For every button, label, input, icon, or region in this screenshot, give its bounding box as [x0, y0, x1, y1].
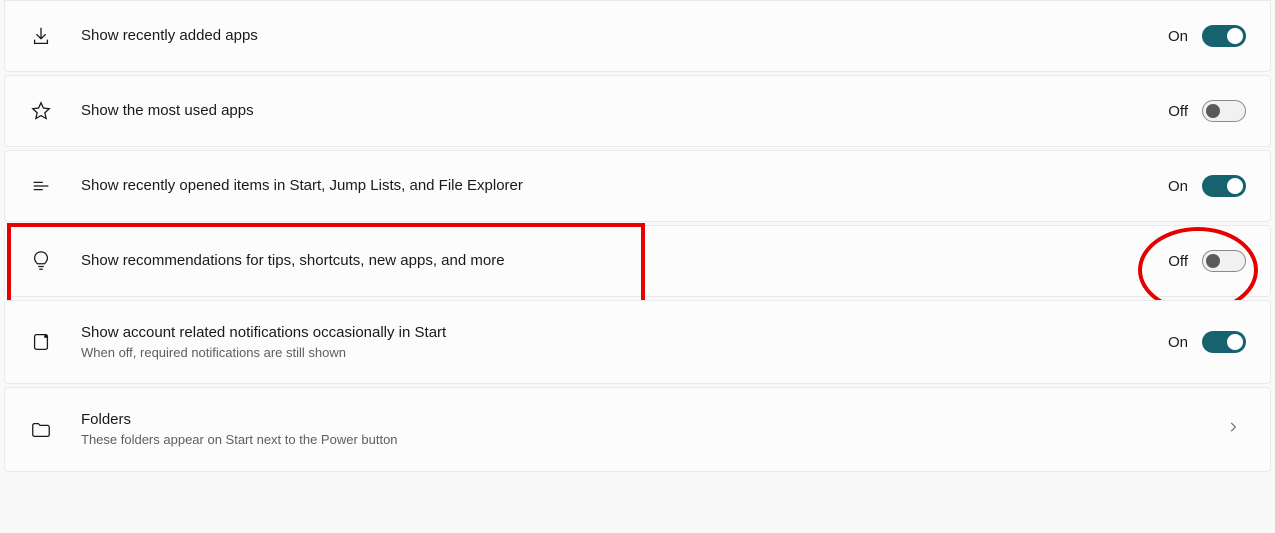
toggle-account-notifications[interactable]	[1202, 331, 1246, 353]
lines-icon	[29, 174, 53, 198]
row-label: Show recently opened items in Start, Jum…	[81, 176, 1168, 196]
row-folders[interactable]: Folders These folders appear on Start ne…	[4, 387, 1271, 471]
toggle-most-used[interactable]	[1202, 100, 1246, 122]
toggle-recently-opened[interactable]	[1202, 175, 1246, 197]
toggle-state-label: On	[1168, 28, 1188, 45]
row-text: Show account related notifications occas…	[81, 323, 1168, 361]
download-icon	[29, 24, 53, 48]
row-control	[1220, 420, 1246, 439]
row-control: Off	[1168, 250, 1246, 272]
row-text: Show recently added apps	[81, 26, 1168, 46]
row-recently-added[interactable]: Show recently added apps On	[4, 0, 1271, 72]
folder-icon	[29, 418, 53, 442]
tablet-icon	[29, 330, 53, 354]
row-text: Show the most used apps	[81, 101, 1168, 121]
row-recommendations[interactable]: Show recommendations for tips, shortcuts…	[4, 225, 1271, 297]
row-control: On	[1168, 331, 1246, 353]
row-text: Show recently opened items in Start, Jum…	[81, 176, 1168, 196]
row-label: Show recommendations for tips, shortcuts…	[81, 251, 1168, 271]
row-label: Show recently added apps	[81, 26, 1168, 46]
lightbulb-icon	[29, 249, 53, 273]
row-recently-opened[interactable]: Show recently opened items in Start, Jum…	[4, 150, 1271, 222]
row-label: Show the most used apps	[81, 101, 1168, 121]
row-account-notifications[interactable]: Show account related notifications occas…	[4, 300, 1271, 384]
chevron-right-icon	[1226, 420, 1240, 439]
toggle-state-label: On	[1168, 178, 1188, 195]
settings-list: Show recently added apps On Show the mos…	[4, 0, 1271, 472]
toggle-state-label: Off	[1168, 253, 1188, 270]
row-control: Off	[1168, 100, 1246, 122]
toggle-recently-added[interactable]	[1202, 25, 1246, 47]
row-sublabel: When off, required notifications are sti…	[81, 345, 1168, 362]
row-label: Show account related notifications occas…	[81, 323, 1168, 343]
row-sublabel: These folders appear on Start next to th…	[81, 432, 1220, 449]
row-label: Folders	[81, 410, 1220, 430]
toggle-state-label: Off	[1168, 103, 1188, 120]
row-text: Folders These folders appear on Start ne…	[81, 410, 1220, 448]
row-most-used[interactable]: Show the most used apps Off	[4, 75, 1271, 147]
toggle-recommendations[interactable]	[1202, 250, 1246, 272]
row-control: On	[1168, 175, 1246, 197]
toggle-state-label: On	[1168, 334, 1188, 351]
star-icon	[29, 99, 53, 123]
row-control: On	[1168, 25, 1246, 47]
row-text: Show recommendations for tips, shortcuts…	[81, 251, 1168, 271]
